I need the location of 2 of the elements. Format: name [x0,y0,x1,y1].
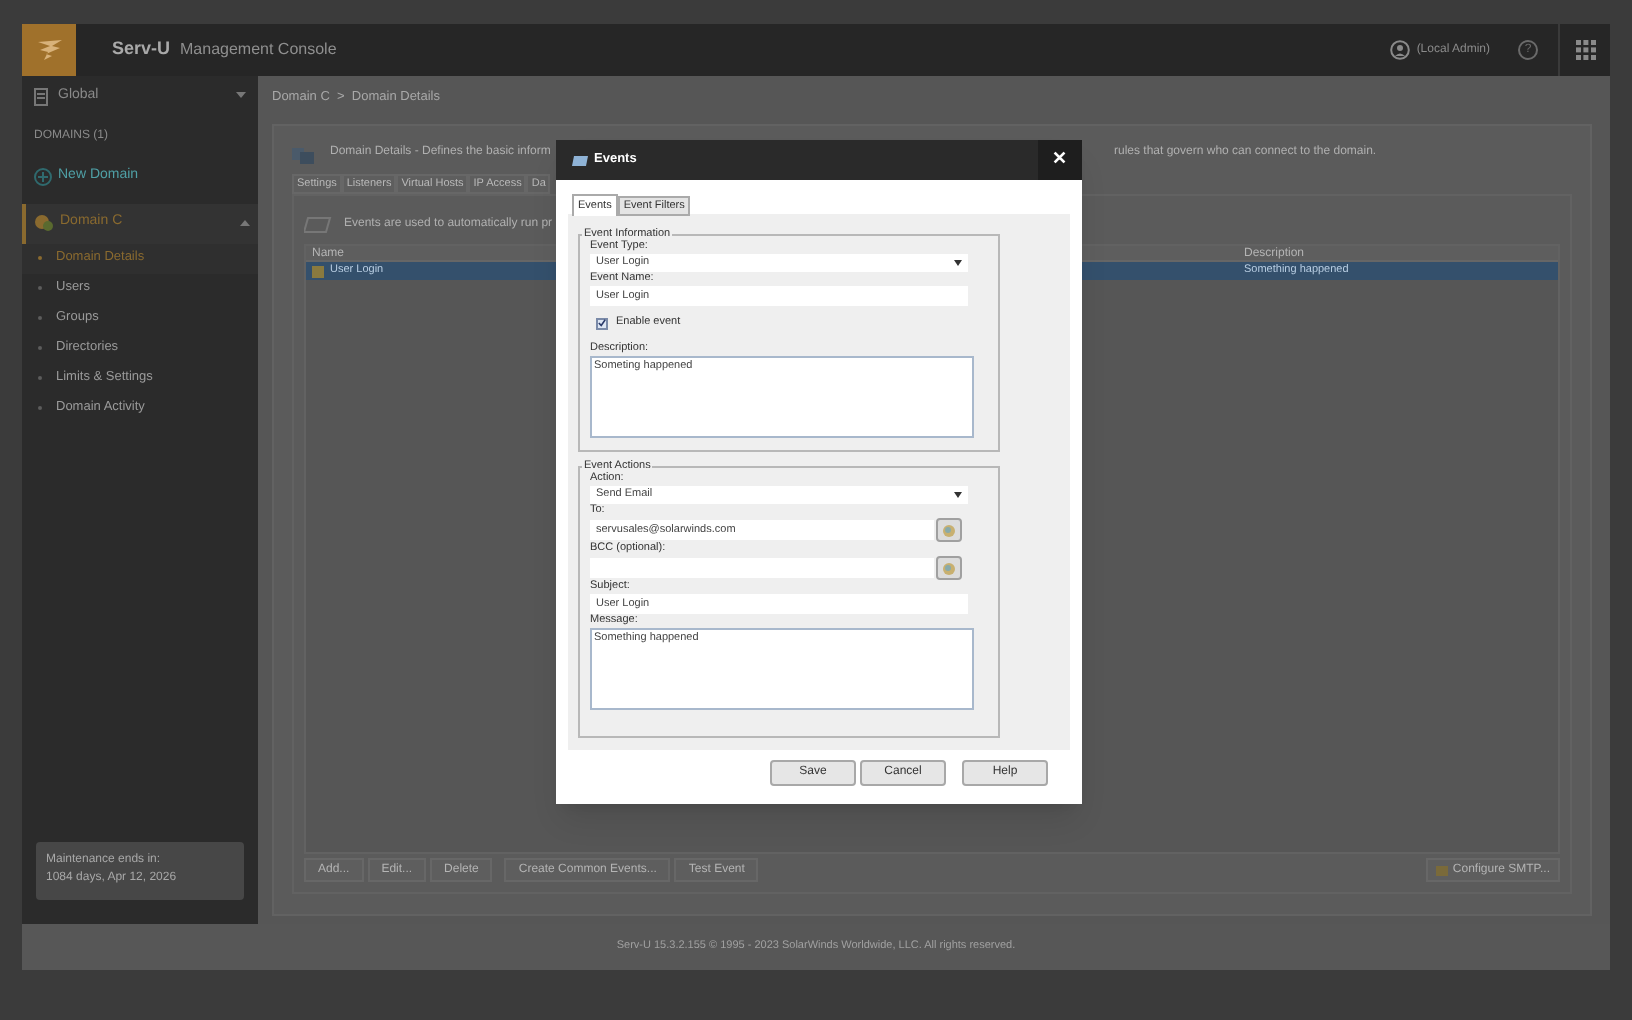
app-title: Management Console [180,38,337,62]
product-name: Serv-U [112,36,171,63]
